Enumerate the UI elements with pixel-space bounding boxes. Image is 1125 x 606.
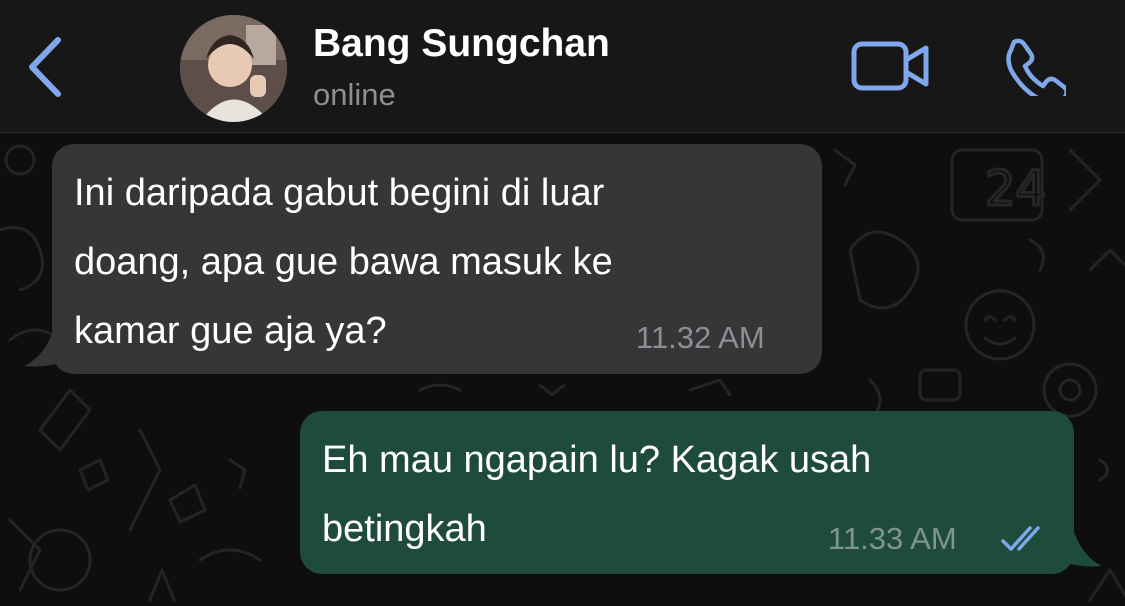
outgoing-message-text: Eh mau ngapain lu? Kagak usah betingkah (322, 439, 872, 550)
contact-status: online (313, 77, 396, 112)
phone-icon[interactable] (1000, 36, 1066, 96)
incoming-message-text: Ini daripada gabut begini di luar doang,… (74, 172, 613, 352)
incoming-message-time: 11.32 AM (636, 320, 765, 355)
contact-name[interactable]: Bang Sungchan (313, 22, 610, 66)
outgoing-message-time: 11.33 AM (828, 521, 957, 556)
chat-header: Bang Sungchan online (0, 0, 1125, 133)
avatar[interactable] (180, 15, 287, 122)
double-check-icon (1001, 526, 1040, 551)
svg-text:24: 24 (985, 161, 1046, 217)
chevron-left-icon[interactable] (22, 32, 70, 102)
video-camera-icon[interactable] (850, 38, 932, 94)
